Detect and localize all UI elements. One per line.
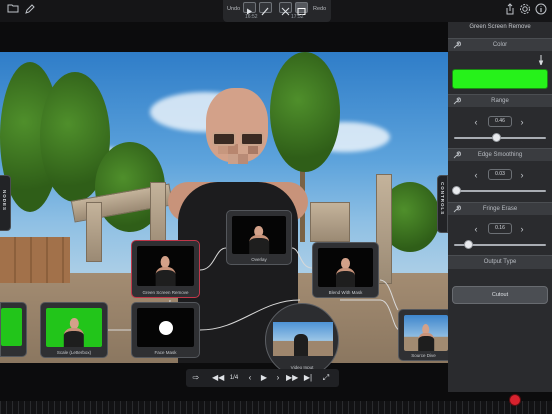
node-label: Source Dive bbox=[411, 353, 436, 358]
node-label: Green Screen Remove bbox=[142, 290, 189, 295]
fast-forward-icon[interactable]: ▶▶ bbox=[286, 372, 298, 384]
node-source-dive[interactable]: Source Dive bbox=[398, 309, 448, 361]
edge-smoothing-header: Edge Smoothing bbox=[448, 148, 552, 161]
fringe-erase-stepper: ‹ 0.16 › bbox=[466, 222, 534, 236]
controls-tab[interactable]: CONTROLS bbox=[437, 175, 448, 233]
node-video-input[interactable]: Video Input bbox=[265, 303, 339, 377]
range-decrement-button[interactable]: ‹ bbox=[470, 115, 482, 129]
range-slider[interactable] bbox=[454, 133, 546, 142]
record-icon[interactable] bbox=[509, 394, 521, 406]
play-icon[interactable]: ▶ bbox=[258, 372, 270, 384]
fringe-erase-label: Fringe Erase bbox=[482, 206, 518, 212]
skip-end-icon[interactable]: ▶| bbox=[302, 372, 314, 384]
timeline-scrubber[interactable] bbox=[0, 401, 552, 414]
output-type-selector[interactable]: Cutout bbox=[452, 286, 548, 304]
fringe-erase-slider[interactable] bbox=[454, 240, 546, 249]
node-face-mask[interactable]: Face Mask bbox=[131, 302, 200, 358]
node-scale[interactable]: Scale (Letterbox) bbox=[40, 302, 108, 358]
range-header: Range bbox=[448, 94, 552, 107]
edge-smoothing-slider-knob[interactable] bbox=[452, 186, 462, 195]
fringe-erase-decrement-button[interactable]: ‹ bbox=[470, 222, 482, 236]
node-label: Scale (Letterbox) bbox=[56, 350, 92, 355]
range-value[interactable]: 0.46 bbox=[488, 116, 512, 127]
share-icon[interactable] bbox=[503, 3, 517, 17]
node-label: Face Mask bbox=[154, 350, 177, 355]
fringe-erase-slider-knob[interactable] bbox=[464, 240, 474, 249]
controls-tab-label: CONTROLS bbox=[440, 182, 445, 216]
step-forward-icon[interactable]: › bbox=[272, 372, 284, 384]
edge-smoothing-value[interactable]: 0.03 bbox=[488, 169, 512, 180]
nodes-tab[interactable]: NODES bbox=[0, 175, 11, 231]
step-back-icon[interactable]: ‹ bbox=[244, 372, 256, 384]
frame-step-label[interactable]: 1/4 bbox=[228, 372, 240, 384]
loop-icon[interactable]: ⇨ bbox=[190, 372, 202, 384]
edge-smoothing-label: Edge Smoothing bbox=[477, 152, 523, 158]
edge-smoothing-slider[interactable] bbox=[452, 186, 546, 195]
gear-icon[interactable] bbox=[518, 3, 532, 17]
panel-title: Green Screen Remove bbox=[469, 24, 531, 30]
playback-controls: ⇨ ◀◀ 1/4 ‹ ▶ › ▶▶ ▶| ⤢ bbox=[186, 369, 339, 387]
info-icon[interactable] bbox=[534, 3, 548, 17]
range-stepper: ‹ 0.46 › bbox=[466, 115, 534, 129]
range-slider-knob[interactable] bbox=[491, 133, 501, 142]
fullscreen-icon[interactable]: ⤢ bbox=[320, 372, 332, 384]
node-green-screen-remove[interactable]: Green Screen Remove bbox=[131, 240, 200, 298]
fringe-erase-increment-button[interactable]: › bbox=[516, 222, 528, 236]
node-partial[interactable] bbox=[0, 302, 27, 357]
edge-smoothing-stepper: ‹ 0.03 › bbox=[466, 168, 534, 182]
key-color-swatch[interactable] bbox=[452, 69, 548, 89]
node-label: Blend With Mask bbox=[328, 290, 363, 295]
node-label: Overlay bbox=[251, 257, 267, 262]
range-increment-button[interactable]: › bbox=[516, 115, 528, 129]
controls-panel: Green Screen Remove Color Range ‹ 0.46 › bbox=[448, 22, 552, 392]
nodes-tab-label: NODES bbox=[2, 190, 7, 212]
output-type-label: Output Type bbox=[483, 259, 517, 265]
edge-smoothing-decrement-button[interactable]: ‹ bbox=[470, 168, 482, 182]
output-type-header: Output Type bbox=[448, 255, 552, 269]
color-header: Color bbox=[448, 38, 552, 51]
range-label: Range bbox=[491, 98, 509, 104]
node-blend-with-mask[interactable]: Blend With Mask bbox=[312, 242, 379, 298]
rewind-icon[interactable]: ◀◀ bbox=[212, 372, 224, 384]
fringe-erase-value[interactable]: 0.16 bbox=[488, 223, 512, 234]
edge-smoothing-increment-button[interactable]: › bbox=[516, 168, 528, 182]
color-label: Color bbox=[492, 42, 508, 48]
fringe-erase-header: Fringe Erase bbox=[448, 202, 552, 215]
eyedropper-icon[interactable] bbox=[538, 55, 544, 67]
node-overlay[interactable]: Overlay bbox=[226, 210, 292, 265]
